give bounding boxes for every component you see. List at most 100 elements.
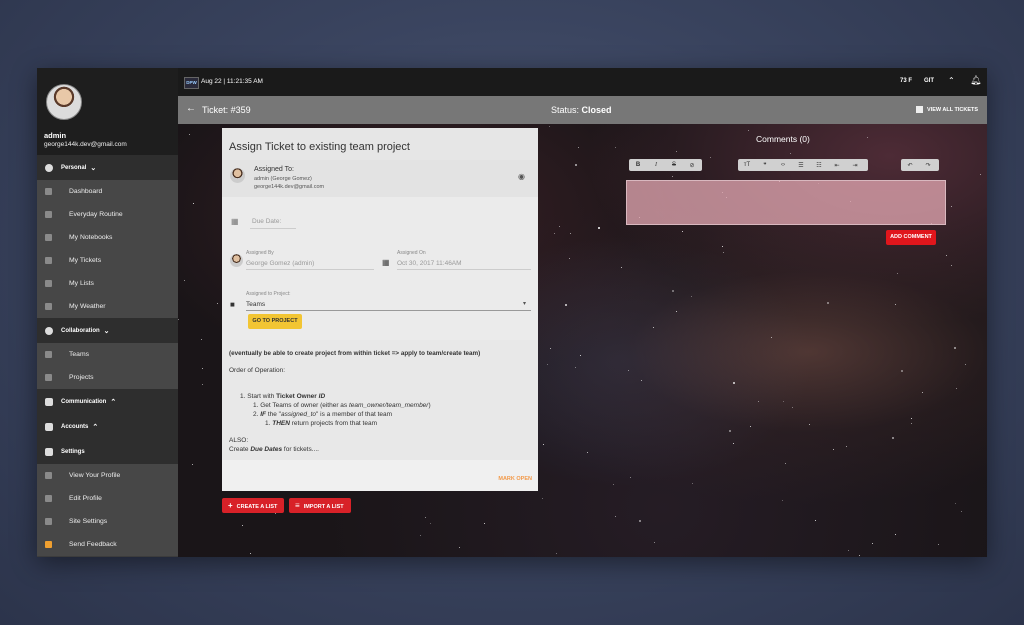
list-item: 2. IF the "assigned_to" is a member of t… [253,411,392,418]
numbered-list-icon[interactable]: ☷ [810,162,828,169]
text-bold-italic: THEN [272,420,290,427]
sidebar-item-everyday-routine[interactable]: Everyday Routine [37,203,178,226]
undo-icon[interactable]: ↶ [901,162,919,169]
ticket-card: Assign Ticket to existing team project A… [222,128,538,491]
section-accounts[interactable]: Accounts ⌃ [37,414,178,439]
section-settings[interactable]: Settings [37,439,178,464]
star [955,502,957,504]
section-collaboration[interactable]: Collaboration ⌄ [37,318,178,343]
star [894,303,896,305]
section-personal[interactable]: Personal ⌄ [37,155,178,180]
sidebar-item-label: Projects [69,374,94,381]
star [430,523,432,525]
star [979,173,981,175]
sidebar-item-send-feedback[interactable]: Send Feedback [37,533,178,556]
check-icon [45,211,52,218]
bulleted-list-icon[interactable]: ☰ [792,162,810,169]
star [183,279,185,281]
star [189,134,191,136]
sidebar-item-site-settings[interactable]: Site Settings [37,510,178,533]
project-select-underline [246,310,531,311]
code-icon[interactable]: ‹› [774,162,792,168]
playlist-add-icon: ≡ [295,501,300,510]
text: Create [229,446,251,453]
due-date-field[interactable]: Due Date: [252,218,281,225]
section-communication[interactable]: Communication ⌃ [37,389,178,414]
add-comment-button[interactable]: ADD COMMENT [886,230,936,245]
chevron-up-icon[interactable]: ⌃ [948,76,955,85]
quote-icon[interactable]: ❞ [756,162,774,169]
back-arrow-icon[interactable]: ← [186,103,196,114]
star [785,462,787,464]
description-headline: (eventually be able to create project fr… [229,350,481,357]
sidebar-item-teams[interactable]: Teams [37,343,178,366]
temperature[interactable]: 73 F [900,78,912,84]
description-also: ALSO: [229,437,249,444]
comments-title: Comments (0) [756,134,810,144]
sidebar-item-my-weather[interactable]: My Weather [37,295,178,318]
dashboard-icon [45,188,52,195]
star [911,417,913,419]
star [866,136,868,138]
go-to-project-button[interactable]: GO TO PROJECT [248,314,302,329]
star [895,534,897,536]
gear-icon [45,518,52,525]
star [620,267,622,269]
time: 11:21:35 AM [226,78,263,85]
main-content: DPW Aug 22 | 11:21:35 AM 73 F GIT ⌃ 🔔︎ ←… [178,68,987,557]
pencil-icon [45,495,52,502]
calendar-icon[interactable]: ▦ [382,258,390,267]
ticket-title: Assign Ticket to existing team project [222,128,538,162]
git-link[interactable]: GIT [924,78,934,84]
create-list-button[interactable]: + CREATE A LIST [222,498,284,513]
star [242,525,244,527]
sidebar-item-my-notebooks[interactable]: My Notebooks [37,226,178,249]
sidebar-item-my-lists[interactable]: My Lists [37,272,178,295]
sidebar-item-view-profile[interactable]: View Your Profile [37,464,178,487]
calendar-icon[interactable]: ▦ [231,217,239,226]
text-bold-italic: ID [318,393,326,400]
list-icon[interactable] [916,106,923,113]
project-select-value[interactable]: Teams [246,301,265,308]
eye-icon[interactable]: ◉ [518,172,525,181]
view-all-tickets-link[interactable]: VIEW ALL TICKETS [927,107,978,113]
mark-open-button[interactable]: MARK OPEN [498,476,532,482]
sidebar-item-label: My Tickets [69,257,102,264]
star [641,379,643,381]
star [558,226,560,228]
text: " is a member of that team [316,411,393,418]
bell-icon[interactable]: 🔔︎ [970,75,981,86]
star [653,327,655,329]
avatar[interactable] [46,84,82,120]
import-list-button[interactable]: ≡ IMPORT A LIST [289,498,351,513]
star [653,541,655,543]
sidebar-item-label: Edit Profile [69,495,102,502]
star [191,464,193,466]
app-logo[interactable]: DPW [184,77,199,89]
star [733,381,736,384]
text: return projects from that team [289,420,377,427]
sidebar-item-my-tickets[interactable]: My Tickets [37,249,178,272]
star [615,146,617,148]
bold-icon[interactable]: B [629,162,647,168]
indent-icon[interactable]: ⇥ [846,162,864,169]
star [612,483,614,485]
link-icon[interactable]: ⊘ [683,162,701,169]
eye-icon [45,472,52,479]
sidebar-item-dashboard[interactable]: Dashboard [37,180,178,203]
sidebar-item-projects[interactable]: Projects [37,366,178,389]
redo-icon[interactable]: ↷ [919,162,937,169]
history-toolbar: ↶ ↷ [901,159,939,171]
comment-editor[interactable] [626,180,946,225]
sidebar-item-edit-profile[interactable]: Edit Profile [37,487,178,510]
italic-icon[interactable]: I [647,162,665,168]
heading-icon[interactable]: ᴛT [738,162,756,168]
dropdown-arrow-icon[interactable]: ▾ [523,300,526,307]
star [548,125,550,127]
sidebar-item-label: Dashboard [69,188,103,195]
star [216,302,218,304]
block-toolbar: ᴛT ❞ ‹› ☰ ☷ ⇤ ⇥ [738,159,868,171]
strikethrough-icon[interactable]: S [665,162,683,168]
star [554,232,556,234]
outdent-icon[interactable]: ⇤ [828,162,846,169]
